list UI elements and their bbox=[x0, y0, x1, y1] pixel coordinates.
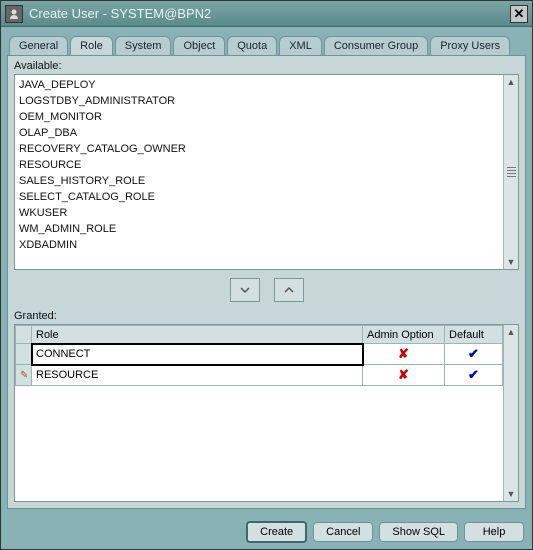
cancel-button[interactable]: Cancel bbox=[313, 522, 373, 542]
cell-default[interactable]: ✔ bbox=[445, 344, 503, 365]
col-default[interactable]: Default bbox=[445, 326, 503, 344]
cell-admin[interactable]: ✘ bbox=[363, 365, 445, 386]
scroll-up-icon[interactable]: ▲ bbox=[507, 77, 516, 87]
list-item[interactable]: LOGSTDBY_ADMINISTRATOR bbox=[19, 93, 499, 109]
available-label: Available: bbox=[14, 60, 519, 72]
create-button[interactable]: Create bbox=[246, 521, 307, 543]
list-item[interactable]: SELECT_CATALOG_ROLE bbox=[19, 189, 499, 205]
show-sql-button[interactable]: Show SQL bbox=[379, 522, 458, 542]
granted-label: Granted: bbox=[14, 310, 519, 322]
granted-wrap: Role Admin Option Default CONNECT ✘ ✔ ✎ bbox=[14, 324, 519, 502]
scroll-down-icon[interactable]: ▼ bbox=[507, 257, 516, 267]
x-icon: ✘ bbox=[367, 367, 440, 383]
list-item[interactable]: SALES_HISTORY_ROLE bbox=[19, 173, 499, 189]
available-listbox[interactable]: JAVA_DEPLOY LOGSTDBY_ADMINISTRATOR OEM_M… bbox=[14, 74, 519, 270]
titlebar: Create User - SYSTEM@BPN2 ✕ bbox=[1, 1, 532, 27]
pencil-icon: ✎ bbox=[20, 370, 28, 381]
tab-general[interactable]: General bbox=[9, 36, 68, 55]
list-item[interactable]: JAVA_DEPLOY bbox=[19, 77, 499, 93]
list-item[interactable]: RESOURCE bbox=[19, 157, 499, 173]
chevron-down-icon bbox=[238, 283, 252, 297]
row-marker bbox=[16, 344, 32, 365]
button-bar: Create Cancel Show SQL Help bbox=[1, 515, 532, 549]
list-item[interactable]: WM_ADMIN_ROLE bbox=[19, 221, 499, 237]
role-page: Available: JAVA_DEPLOY LOGSTDBY_ADMINIST… bbox=[7, 55, 526, 509]
table-row[interactable]: CONNECT ✘ ✔ bbox=[16, 344, 503, 365]
cell-role[interactable]: RESOURCE bbox=[32, 365, 363, 386]
granted-table: Role Admin Option Default CONNECT ✘ ✔ ✎ bbox=[15, 325, 503, 386]
list-item[interactable]: OLAP_DBA bbox=[19, 125, 499, 141]
tab-object[interactable]: Object bbox=[173, 36, 225, 55]
cell-role[interactable]: CONNECT bbox=[32, 344, 363, 365]
row-header-col bbox=[16, 326, 32, 344]
window-title: Create User - SYSTEM@BPN2 bbox=[29, 6, 510, 21]
x-icon: ✘ bbox=[367, 346, 440, 362]
tab-xml[interactable]: XML bbox=[279, 36, 322, 55]
list-item[interactable]: RECOVERY_CATALOG_OWNER bbox=[19, 141, 499, 157]
scroll-grip-icon[interactable] bbox=[507, 167, 516, 177]
help-button[interactable]: Help bbox=[464, 522, 524, 542]
col-role[interactable]: Role bbox=[32, 326, 363, 344]
app-icon bbox=[5, 5, 23, 23]
list-item[interactable]: WKUSER bbox=[19, 205, 499, 221]
close-button[interactable]: ✕ bbox=[510, 5, 528, 23]
granted-scrollbar[interactable]: ▲ ▼ bbox=[503, 325, 518, 501]
tab-consumer-group[interactable]: Consumer Group bbox=[324, 36, 428, 55]
move-up-button[interactable] bbox=[274, 278, 304, 302]
check-icon: ✔ bbox=[449, 346, 498, 362]
tabstrip: General Role System Object Quota XML Con… bbox=[7, 33, 526, 55]
granted-table-box: Role Admin Option Default CONNECT ✘ ✔ ✎ bbox=[14, 324, 519, 502]
cell-admin[interactable]: ✘ bbox=[363, 344, 445, 365]
tab-quota[interactable]: Quota bbox=[227, 36, 277, 55]
move-buttons bbox=[14, 270, 519, 310]
list-item[interactable]: XDBADMIN bbox=[19, 237, 499, 253]
tab-role[interactable]: Role bbox=[70, 36, 113, 55]
available-list-inner: JAVA_DEPLOY LOGSTDBY_ADMINISTRATOR OEM_M… bbox=[15, 75, 503, 269]
tab-proxy-users[interactable]: Proxy Users bbox=[430, 36, 510, 55]
client-area: General Role System Object Quota XML Con… bbox=[1, 27, 532, 515]
move-down-button[interactable] bbox=[230, 278, 260, 302]
list-item[interactable]: OEM_MONITOR bbox=[19, 109, 499, 125]
check-icon: ✔ bbox=[449, 367, 498, 383]
dialog-window: Create User - SYSTEM@BPN2 ✕ General Role… bbox=[0, 0, 533, 550]
cell-default[interactable]: ✔ bbox=[445, 365, 503, 386]
col-admin-option[interactable]: Admin Option bbox=[363, 326, 445, 344]
table-row[interactable]: ✎ RESOURCE ✘ ✔ bbox=[16, 365, 503, 386]
row-marker: ✎ bbox=[16, 365, 32, 386]
tab-system[interactable]: System bbox=[115, 36, 172, 55]
scroll-down-icon[interactable]: ▼ bbox=[507, 489, 516, 499]
available-scrollbar[interactable]: ▲ ▼ bbox=[503, 75, 518, 269]
scroll-up-icon[interactable]: ▲ bbox=[507, 327, 516, 337]
chevron-up-icon bbox=[282, 283, 296, 297]
